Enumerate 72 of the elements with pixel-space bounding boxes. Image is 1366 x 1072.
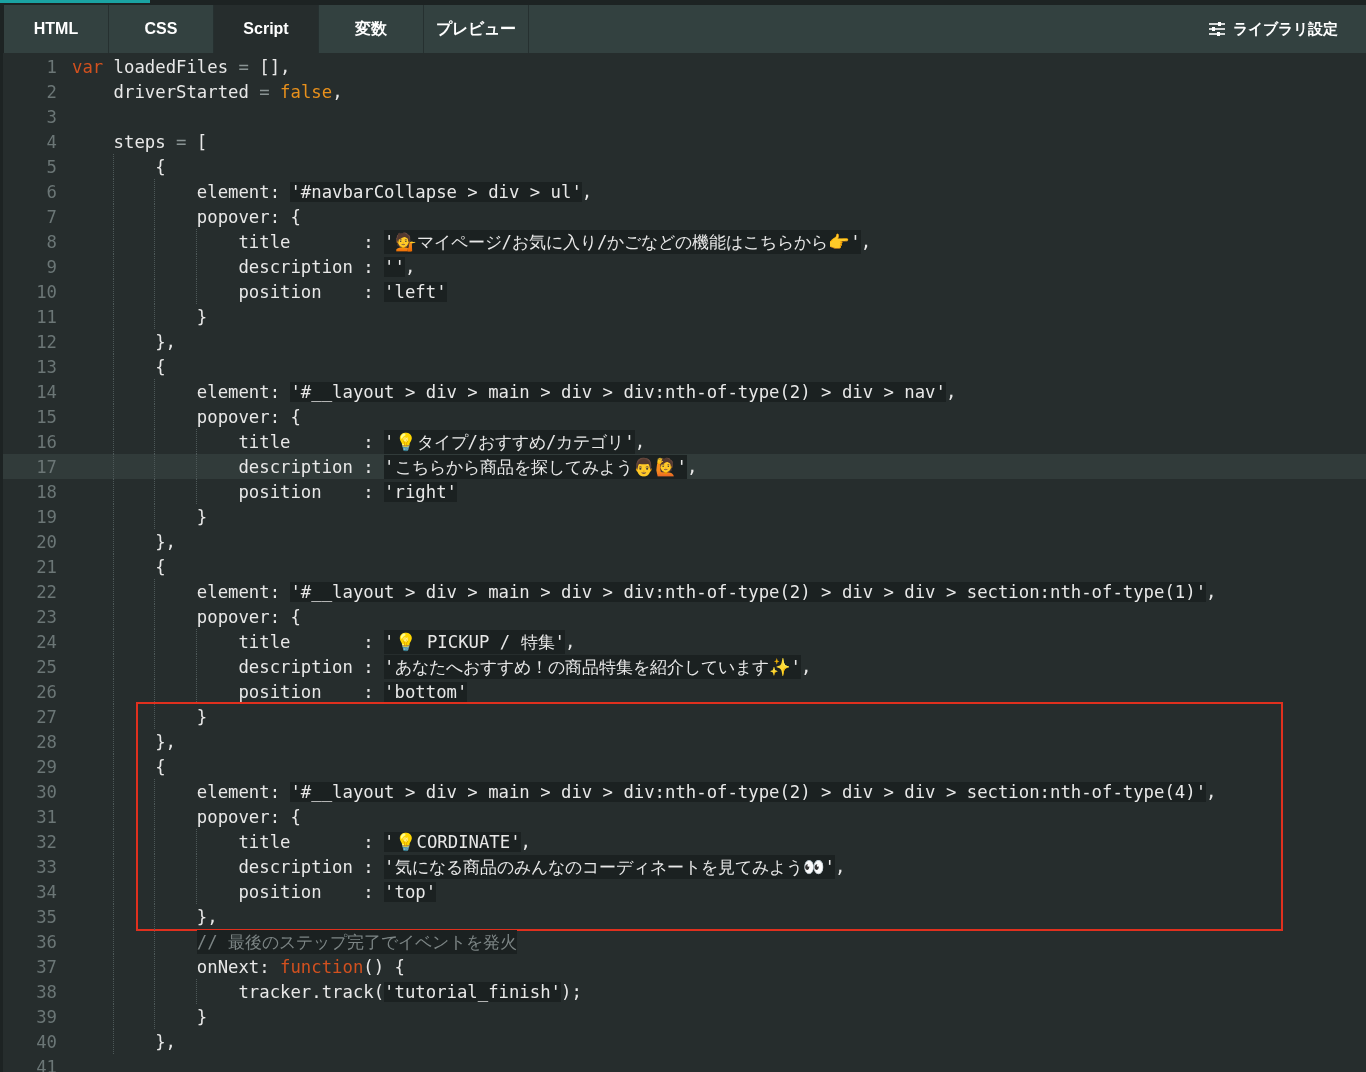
sliders-icon <box>1209 22 1225 36</box>
line-number: 39 <box>35 1006 58 1027</box>
code-line: driverStarted = false, <box>113 80 343 104</box>
line-number: 8 <box>45 231 58 252</box>
code-line: }, <box>155 730 177 754</box>
code-line: position : 'left' <box>238 280 447 304</box>
line-number: 4 <box>45 131 58 152</box>
code-line: title : '💡CORDINATE', <box>238 830 531 854</box>
code-line: description : '', <box>238 255 416 279</box>
code-line: { <box>155 755 166 779</box>
line-number: 34 <box>35 881 58 902</box>
code-line: } <box>196 305 208 329</box>
line-number: 28 <box>35 731 58 752</box>
line-number: 18 <box>35 481 58 502</box>
code-line: popover: { <box>196 405 301 429</box>
code-line: }, <box>155 330 177 354</box>
line-number: 38 <box>35 981 58 1002</box>
line-number: 26 <box>35 681 58 702</box>
line-number: 24 <box>35 631 58 652</box>
editor-tab[interactable]: Script <box>214 5 319 53</box>
line-number: 12 <box>35 331 58 352</box>
line-number: 7 <box>45 206 58 227</box>
code-line: } <box>196 705 208 729</box>
line-number: 13 <box>35 356 58 377</box>
line-number: 1 <box>45 56 58 77</box>
line-number: 31 <box>35 806 58 827</box>
code-line: position : 'bottom' <box>238 680 468 704</box>
code-line: position : 'right' <box>238 480 457 504</box>
line-number: 23 <box>35 606 58 627</box>
code-line: var loadedFiles = [], <box>72 55 291 79</box>
line-number: 20 <box>35 531 58 552</box>
line-number: 35 <box>35 906 58 927</box>
code-line: }, <box>196 905 218 929</box>
line-number: 2 <box>45 81 58 102</box>
code-line: }, <box>155 530 177 554</box>
line-number: 41 <box>35 1056 58 1072</box>
line-number: 40 <box>35 1031 58 1052</box>
line-number: 37 <box>35 956 58 977</box>
code-line: steps = [ <box>113 130 208 154</box>
code-line: }, <box>155 1030 177 1054</box>
line-number: 11 <box>35 306 58 327</box>
line-number: 5 <box>45 156 58 177</box>
code-line: } <box>196 505 208 529</box>
line-number: 27 <box>35 706 58 727</box>
code-line: { <box>155 355 166 379</box>
line-number: 36 <box>35 931 58 952</box>
settings-button[interactable]: ライブラリ設定 <box>1209 5 1366 53</box>
code-line: popover: { <box>196 205 301 229</box>
line-number: 25 <box>35 656 58 677</box>
line-number: 33 <box>35 856 58 877</box>
code-line: position : 'top' <box>238 880 437 904</box>
line-number: 30 <box>35 781 58 802</box>
code-line: { <box>155 555 166 579</box>
code-line: } <box>196 1005 208 1029</box>
line-number: 21 <box>35 556 58 577</box>
line-number: 15 <box>35 406 58 427</box>
line-number: 16 <box>35 431 58 452</box>
code-line: onNext: function() { <box>196 955 405 979</box>
line-number: 19 <box>35 506 58 527</box>
line-number: 32 <box>35 831 58 852</box>
line-number: 17 <box>35 456 58 477</box>
code-line: popover: { <box>196 605 301 629</box>
line-number: 6 <box>45 181 58 202</box>
code-line: tracker.track('tutorial_finish'); <box>238 980 582 1004</box>
line-number: 9 <box>45 256 58 277</box>
line-number: 14 <box>35 381 58 402</box>
line-number: 3 <box>45 106 58 127</box>
line-number: 29 <box>35 756 58 777</box>
line-number: 10 <box>35 281 58 302</box>
line-number: 22 <box>35 581 58 602</box>
code-line: { <box>155 155 166 179</box>
code-line: popover: { <box>196 805 301 829</box>
